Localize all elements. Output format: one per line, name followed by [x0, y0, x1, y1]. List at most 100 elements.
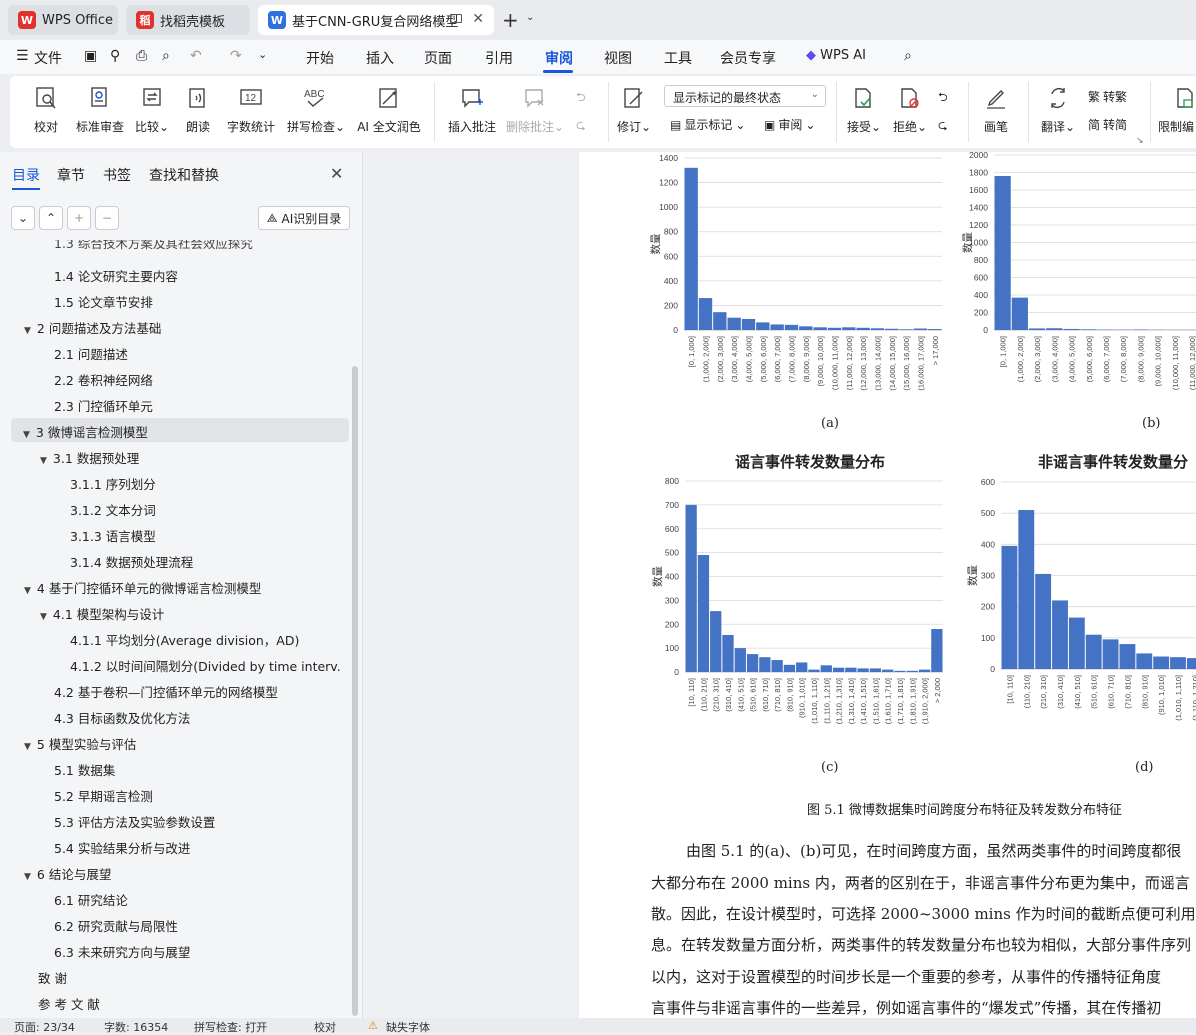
- to-traditional-button[interactable]: 繁转繁: [1088, 88, 1127, 105]
- ai-toc-button[interactable]: ⟁AI识别目录: [258, 206, 350, 230]
- menu-page[interactable]: 页面: [424, 48, 452, 68]
- toc-item[interactable]: 3.1.4 数据预处理流程: [70, 552, 193, 571]
- hamburger-icon[interactable]: ☰: [16, 48, 29, 64]
- collapse-up-icon[interactable]: ⌃: [39, 206, 63, 230]
- add-level-icon[interactable]: +: [67, 206, 91, 230]
- word-count-button[interactable]: 12 字数统计: [224, 84, 278, 135]
- menu-reference[interactable]: 引用: [485, 48, 513, 68]
- accept-button[interactable]: 接受⌄: [844, 84, 884, 135]
- show-markup-button[interactable]: ▤显示标记⌄: [670, 116, 745, 133]
- print-preview-icon[interactable]: ⌕: [162, 48, 170, 64]
- tab-template[interactable]: 稻 找稻壳模板: [126, 5, 250, 35]
- menu-start[interactable]: 开始: [306, 48, 334, 68]
- revise-button[interactable]: 修订⌄: [614, 84, 654, 135]
- toc-item[interactable]: 1.4 论文研究主要内容: [54, 266, 178, 285]
- print-icon[interactable]: ⎙: [136, 48, 147, 64]
- toc-item[interactable]: ▼4.1 模型架构与设计: [40, 604, 164, 623]
- translate-button[interactable]: 翻译⌄: [1038, 84, 1078, 135]
- toc-item[interactable]: 4.3 目标函数及优化方法: [54, 708, 190, 727]
- toc-item[interactable]: 4.2 基于卷积—门控循环单元的网络模型: [54, 682, 278, 701]
- missing-font-status[interactable]: 缺失字体: [386, 1019, 430, 1035]
- toc-item[interactable]: 6.2 研究贡献与局限性: [54, 916, 178, 935]
- redo-icon[interactable]: ↷: [230, 48, 242, 64]
- menu-view[interactable]: 视图: [604, 48, 632, 68]
- menu-tools[interactable]: 工具: [664, 48, 692, 68]
- share-icon[interactable]: ⚲: [110, 48, 120, 64]
- to-simplified-button[interactable]: 简转简: [1088, 116, 1127, 133]
- toc-item[interactable]: 3.1.2 文本分词: [70, 500, 156, 519]
- tab-bookmarks[interactable]: 书签: [103, 165, 131, 185]
- toc-item[interactable]: 4.1.1 平均划分(Average division，AD): [70, 630, 299, 649]
- menu-file[interactable]: 文件: [34, 48, 62, 68]
- toc-item[interactable]: 6.1 研究结论: [54, 890, 128, 909]
- undo-icon[interactable]: ↶: [190, 48, 202, 64]
- close-panel-icon[interactable]: ✕: [330, 164, 343, 183]
- toc-item[interactable]: ▼3.1 数据预处理: [40, 448, 139, 467]
- restrict-edit-button[interactable]: 限制编: [1158, 84, 1196, 135]
- toc-item[interactable]: ▼4 基于门控循环单元的微博谣言检测模型: [24, 578, 261, 597]
- compare-button[interactable]: 比较⌄: [132, 84, 172, 135]
- prev-comment-icon[interactable]: ⮌: [576, 88, 586, 109]
- toc-item[interactable]: 3.1.3 语言模型: [70, 526, 156, 545]
- expand-arrow-icon[interactable]: ▼: [24, 872, 31, 882]
- spell-check-button[interactable]: ABC 拼写检查⌄: [286, 84, 346, 135]
- toc-item[interactable]: 3.1.1 序列划分: [70, 474, 156, 493]
- toc-item[interactable]: 5.3 评估方法及实验参数设置: [54, 812, 215, 831]
- review-pane-button[interactable]: ▣审阅⌄: [764, 116, 815, 133]
- chevron-down-icon[interactable]: ⌄: [526, 12, 534, 23]
- expand-arrow-icon[interactable]: ▼: [24, 586, 31, 596]
- more-chevron-icon[interactable]: ⌄: [258, 48, 267, 61]
- toc-item[interactable]: 5.2 早期谣言检测: [54, 786, 153, 805]
- toc-item[interactable]: 参 考 文 献: [38, 994, 100, 1013]
- pen-button[interactable]: 画笔: [980, 84, 1012, 135]
- tab-find-replace[interactable]: 查找和替换: [149, 165, 219, 185]
- insert-comment-button[interactable]: 插入批注: [446, 84, 498, 135]
- expand-arrow-icon[interactable]: ▼: [24, 742, 31, 752]
- toc-item[interactable]: 5.1 数据集: [54, 760, 115, 779]
- delete-comment-button[interactable]: 删除批注⌄: [504, 84, 566, 135]
- toc-item-selected[interactable]: ▼3 微博谣言检测模型: [11, 418, 349, 442]
- menu-membership[interactable]: 会员专享: [720, 48, 776, 68]
- toc-item[interactable]: ▼2 问题描述及方法基础: [24, 318, 161, 337]
- read-aloud-button[interactable]: 朗读: [182, 84, 214, 135]
- search-icon[interactable]: ⌕: [904, 48, 912, 64]
- toc-item[interactable]: 6.3 未来研究方向与展望: [54, 942, 190, 961]
- next-change-icon[interactable]: ⮎: [938, 116, 948, 137]
- close-tab-icon[interactable]: ✕: [472, 11, 484, 27]
- expand-corner-icon[interactable]: ↘: [1136, 136, 1144, 146]
- toc-item[interactable]: 5.4 实验结果分析与改进: [54, 838, 190, 857]
- prev-change-icon[interactable]: ⮌: [938, 88, 948, 109]
- toc-item[interactable]: 2.2 卷积神经网络: [54, 370, 153, 389]
- toc-scrollbar[interactable]: [352, 366, 358, 1016]
- next-comment-icon[interactable]: ⮎: [576, 116, 586, 137]
- std-review-button[interactable]: 标准审查: [72, 84, 128, 135]
- tab-toc[interactable]: 目录: [12, 165, 40, 185]
- reject-button[interactable]: 拒绝⌄: [890, 84, 930, 135]
- toc-item[interactable]: ▼6 结论与展望: [24, 864, 111, 883]
- remove-level-icon[interactable]: −: [95, 206, 119, 230]
- expand-arrow-icon[interactable]: ▼: [24, 326, 31, 336]
- display-mode-select[interactable]: 显示标记的最终状态 ⌄: [664, 85, 826, 107]
- wps-ai-menu[interactable]: ◆ WPS AI: [806, 48, 866, 63]
- document-page[interactable]: 0200400600800100012001400[0, 1,000](1,00…: [579, 152, 1196, 1018]
- spell-check-status[interactable]: 拼写检查: 打开: [194, 1019, 267, 1035]
- ai-polish-button[interactable]: ✦ AI 全文润色: [354, 84, 424, 135]
- toc-item[interactable]: 2.1 问题描述: [54, 344, 128, 363]
- monitor-icon[interactable]: [450, 14, 462, 23]
- tab-chapters[interactable]: 章节: [57, 165, 85, 185]
- menu-insert[interactable]: 插入: [366, 48, 394, 68]
- proofread-button[interactable]: 校对: [28, 84, 64, 135]
- toc-item[interactable]: 2.3 门控循环单元: [54, 396, 153, 415]
- tab-document[interactable]: W 基于CNN-GRU复合网络模型 ✕: [258, 5, 494, 35]
- expand-arrow-icon[interactable]: ▼: [40, 612, 47, 622]
- toc-item[interactable]: 1.5 论文章节安排: [54, 292, 153, 311]
- tab-wps-office[interactable]: W WPS Office: [8, 5, 118, 35]
- toc-item[interactable]: 1.3 综合技术方案及其社会效应探究: [54, 240, 253, 254]
- page-indicator[interactable]: 页面: 23/34: [14, 1019, 75, 1035]
- toc-item[interactable]: 致 谢: [38, 968, 67, 987]
- proofread-status[interactable]: 校对: [314, 1019, 336, 1035]
- toc-item[interactable]: ▼5 模型实验与评估: [24, 734, 136, 753]
- toc-item[interactable]: 4.1.2 以时间间隔划分(Divided by time interv...: [70, 656, 342, 675]
- word-count-status[interactable]: 字数: 16354: [104, 1019, 168, 1035]
- expand-arrow-icon[interactable]: ▼: [40, 456, 47, 466]
